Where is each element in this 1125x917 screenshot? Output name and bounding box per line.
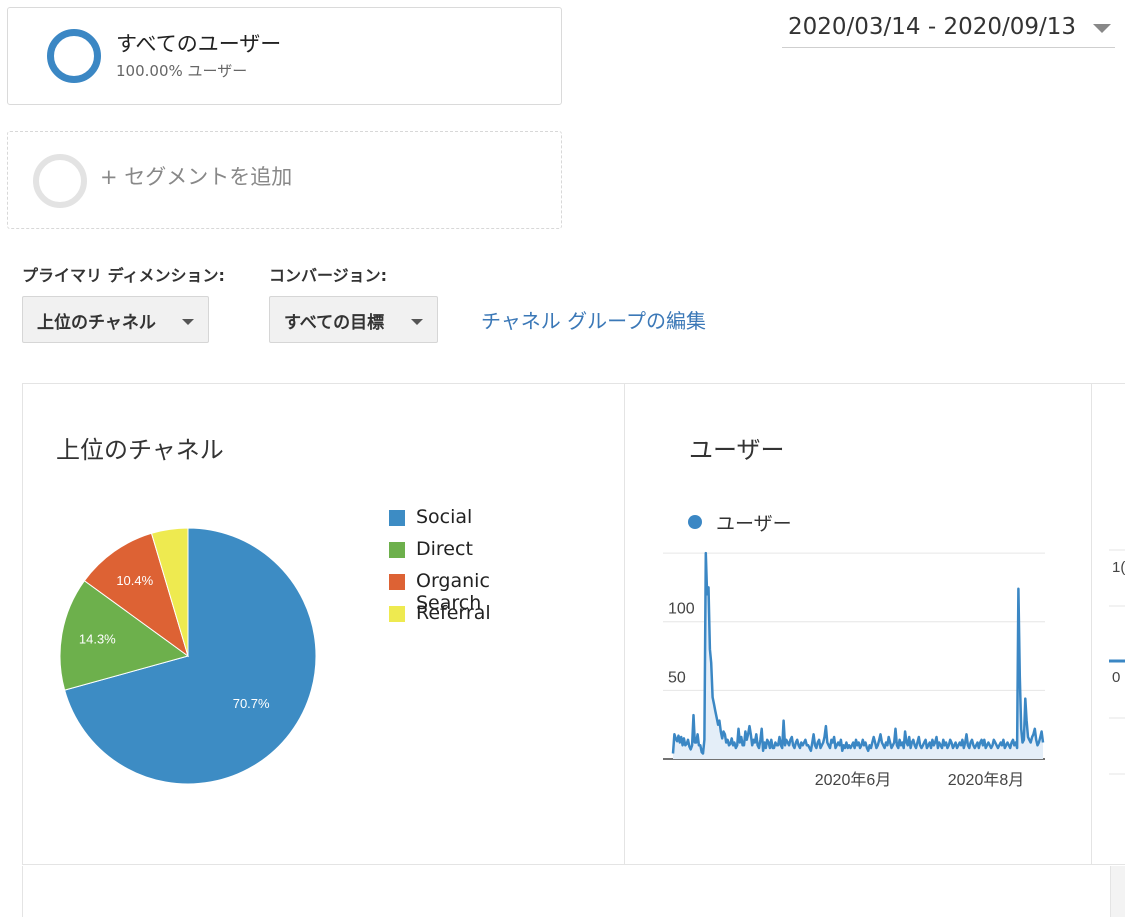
pie-slice-label: 10.4% — [116, 573, 153, 588]
conversion-value: すべての目標 — [284, 313, 385, 333]
date-range-value: 2020/03/14 - 2020/09/13 — [788, 14, 1077, 40]
legend-dot-icon — [688, 515, 702, 529]
primary-dimension-value: 上位のチャネル — [37, 313, 156, 333]
date-range-picker[interactable]: 2020/03/14 - 2020/09/13 — [782, 8, 1115, 48]
primary-dimension-dropdown[interactable]: 上位のチャネル — [22, 296, 209, 343]
third-chart-tick-top: 1( — [1112, 559, 1125, 576]
panel-divider — [624, 384, 625, 864]
empty-segment-ring-icon — [33, 154, 87, 208]
segment-card-all-users[interactable]: すべてのユーザー 100.00% ユーザー — [7, 7, 562, 105]
caret-down-icon — [411, 319, 423, 325]
segment-title: すべてのユーザー — [116, 32, 282, 56]
legend-label: Referral — [416, 602, 491, 624]
add-segment-label: + セグメントを追加 — [100, 165, 293, 189]
channels-pie-chart: 70.7% 14.3% 10.4% — [58, 526, 318, 786]
overview-panels: 上位のチャネル ユーザー 70.7% 14.3% 10.4% Social Direc… — [22, 383, 1125, 865]
segment-ring-icon — [47, 29, 101, 83]
legend-label: Social — [416, 506, 473, 528]
add-segment-button[interactable]: + セグメントを追加 — [7, 131, 562, 229]
conversion-label: コンバージョン: — [269, 266, 388, 285]
legend-swatch — [389, 542, 405, 558]
conversion-dropdown[interactable]: すべての目標 — [269, 296, 438, 343]
y-tick-label: 50 — [668, 669, 686, 686]
y-tick-label: 100 — [668, 601, 695, 618]
users-panel-title: ユーザー — [689, 436, 785, 464]
legend-swatch — [389, 574, 405, 590]
scrollbar[interactable] — [1110, 866, 1125, 917]
channels-panel-title: 上位のチャネル — [56, 436, 224, 464]
caret-down-icon — [182, 319, 194, 325]
edit-channel-grouping-link[interactable]: チャネル グループの編集 — [481, 305, 706, 334]
primary-dimension-label: プライマリ ディメンション: — [22, 266, 225, 285]
x-tick-label: 2020年8月 — [948, 771, 1025, 789]
x-tick-label: 2020年6月 — [815, 771, 892, 789]
table-area — [22, 866, 1112, 917]
pie-slice-label: 70.7% — [233, 696, 270, 711]
users-area-chart: 501001502020年6月2020年8月 — [638, 532, 1048, 799]
legend-swatch — [389, 606, 405, 622]
pie-slice-label: 14.3% — [79, 632, 116, 647]
users-area-fill — [673, 553, 1043, 759]
segment-subtitle: 100.00% ユーザー — [116, 62, 248, 80]
third-chart-tick-zero: 0 — [1112, 669, 1120, 686]
third-panel-clipped: 1( 0 — [1091, 384, 1125, 864]
users-legend-label: ユーザー — [716, 513, 792, 535]
legend-swatch — [389, 510, 405, 526]
users-series-line — [671, 551, 1045, 755]
legend-label: Direct — [416, 538, 473, 560]
chevron-down-icon — [1093, 24, 1111, 33]
